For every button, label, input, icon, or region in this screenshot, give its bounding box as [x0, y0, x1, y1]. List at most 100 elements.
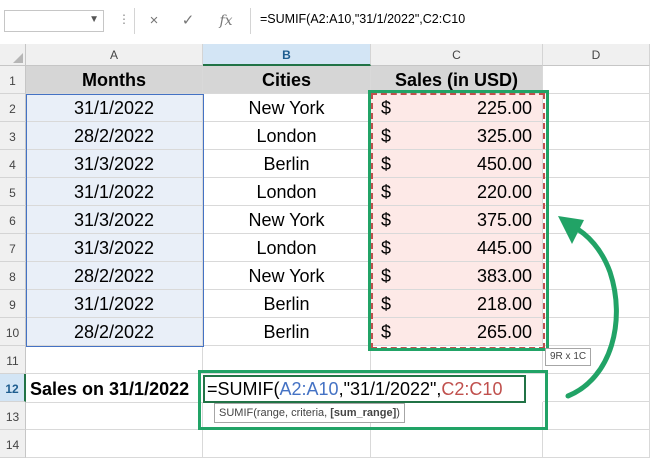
month-cell[interactable]: 31/3/2022	[26, 206, 203, 234]
column-header-c[interactable]: C	[371, 44, 543, 66]
insert-function-icon[interactable]: fx	[212, 10, 240, 32]
divider	[134, 8, 135, 34]
sales-cell[interactable]: $383.00	[371, 262, 543, 290]
row-header-9[interactable]: 9	[0, 290, 26, 318]
chevron-down-icon[interactable]: ▼	[89, 14, 99, 25]
currency-symbol: $	[381, 266, 392, 286]
cell-d2[interactable]	[543, 94, 650, 122]
header-sales[interactable]: Sales (in USD)	[371, 66, 543, 94]
currency-symbol: $	[381, 154, 392, 174]
row-header-4[interactable]: 4	[0, 150, 26, 178]
enter-icon[interactable]: ✓	[174, 10, 202, 32]
cell-b14[interactable]	[203, 430, 371, 458]
sales-cell[interactable]: $325.00	[371, 122, 543, 150]
formula-sum-range-ref: C2:C10	[441, 379, 503, 399]
sales-amount: 450.00	[476, 154, 532, 174]
city-cell[interactable]: London	[203, 234, 371, 262]
header-cities[interactable]: Cities	[203, 66, 371, 94]
cell-a11[interactable]	[26, 346, 203, 374]
row-header-8[interactable]: 8	[0, 262, 26, 290]
column-header-d[interactable]: D	[543, 44, 650, 66]
tooltip-close: )	[396, 407, 400, 419]
currency-symbol: $	[381, 98, 392, 118]
row-header-6[interactable]: 6	[0, 206, 26, 234]
month-cell[interactable]: 31/1/2022	[26, 290, 203, 318]
currency-symbol: $	[381, 238, 392, 258]
column-header-a[interactable]: A	[26, 44, 203, 66]
row-header-10[interactable]: 10	[0, 318, 26, 346]
row-header-1[interactable]: 1	[0, 66, 26, 94]
currency-symbol: $	[381, 126, 392, 146]
formula-bar: ▼ ⋮ × ✓ fx =SUMIF(A2:A10,"31/1/2022",C2:…	[0, 0, 650, 45]
month-cell[interactable]: 28/2/2022	[26, 122, 203, 150]
function-tooltip[interactable]: SUMIF(range, criteria, [sum_range])	[214, 403, 405, 423]
month-cell[interactable]: 28/2/2022	[26, 262, 203, 290]
header-months[interactable]: Months	[26, 66, 203, 94]
row-header-13[interactable]: 13	[0, 402, 26, 430]
currency-symbol: $	[381, 210, 392, 230]
cell-a14[interactable]	[26, 430, 203, 458]
sales-cell[interactable]: $218.00	[371, 290, 543, 318]
city-cell[interactable]: Berlin	[203, 150, 371, 178]
sales-amount: 265.00	[476, 322, 532, 342]
row-header-7[interactable]: 7	[0, 234, 26, 262]
cell-d3[interactable]	[543, 122, 650, 150]
row-header-5[interactable]: 5	[0, 178, 26, 206]
divider	[250, 8, 251, 34]
month-cell[interactable]: 31/1/2022	[26, 178, 203, 206]
cell-b11[interactable]	[203, 346, 371, 374]
currency-symbol: $	[381, 322, 392, 342]
currency-symbol: $	[381, 182, 392, 202]
sales-amount: 220.00	[476, 182, 532, 202]
sales-amount: 375.00	[476, 210, 532, 230]
month-cell[interactable]: 31/3/2022	[26, 234, 203, 262]
row-header-11[interactable]: 11	[0, 346, 26, 374]
currency-symbol: $	[381, 294, 392, 314]
city-cell[interactable]: Berlin	[203, 318, 371, 346]
sales-amount: 225.00	[476, 98, 532, 118]
city-cell[interactable]: London	[203, 122, 371, 150]
cell-d1[interactable]	[543, 66, 650, 94]
month-cell[interactable]: 31/3/2022	[26, 150, 203, 178]
row-header-3[interactable]: 3	[0, 122, 26, 150]
row-header-14[interactable]: 14	[0, 430, 26, 458]
sales-amount: 445.00	[476, 238, 532, 258]
cell-c14[interactable]	[371, 430, 543, 458]
column-header-b[interactable]: B	[203, 44, 371, 66]
cell-a13[interactable]	[26, 402, 203, 430]
row-header-2[interactable]: 2	[0, 94, 26, 122]
more-options-icon[interactable]: ⋮	[118, 12, 131, 26]
city-cell[interactable]: Berlin	[203, 290, 371, 318]
sales-cell[interactable]: $220.00	[371, 178, 543, 206]
cell-d14[interactable]	[543, 430, 650, 458]
formula-range-ref: A2:A10	[279, 379, 339, 399]
sales-cell[interactable]: $265.00	[371, 318, 543, 346]
city-cell[interactable]: New York	[203, 206, 371, 234]
formula-input[interactable]: =SUMIF(A2:A10,"31/1/2022",C2:C10	[260, 12, 465, 26]
tooltip-active-arg: [sum_range]	[330, 407, 397, 419]
sum-label[interactable]: Sales on 31/1/2022	[26, 375, 203, 403]
select-all-button[interactable]	[0, 44, 26, 66]
formula-prefix: =SUMIF(	[207, 379, 280, 399]
sales-cell[interactable]: $225.00	[371, 94, 543, 122]
tooltip-signature: SUMIF(range, criteria,	[219, 407, 331, 419]
sales-cell[interactable]: $445.00	[371, 234, 543, 262]
cell-d13[interactable]	[543, 402, 650, 430]
city-cell[interactable]: New York	[203, 262, 371, 290]
name-box[interactable]: ▼	[4, 10, 104, 32]
city-cell[interactable]: New York	[203, 94, 371, 122]
sales-cell[interactable]: $450.00	[371, 150, 543, 178]
month-cell[interactable]: 28/2/2022	[26, 318, 203, 346]
row-header-12[interactable]: 12	[0, 374, 26, 402]
sales-amount: 218.00	[476, 294, 532, 314]
sales-cell[interactable]: $375.00	[371, 206, 543, 234]
cancel-icon[interactable]: ×	[140, 10, 168, 32]
cell-c11[interactable]	[371, 346, 543, 374]
month-cell[interactable]: 31/1/2022	[26, 94, 203, 122]
formula-edit-cell[interactable]: =SUMIF(A2:A10,"31/1/2022",C2:C10	[203, 375, 526, 403]
curved-arrow-icon	[558, 216, 619, 399]
sales-amount: 383.00	[476, 266, 532, 286]
city-cell[interactable]: London	[203, 178, 371, 206]
formula-criteria: ,"31/1/2022",	[338, 379, 442, 399]
cell-d4[interactable]	[543, 150, 650, 178]
